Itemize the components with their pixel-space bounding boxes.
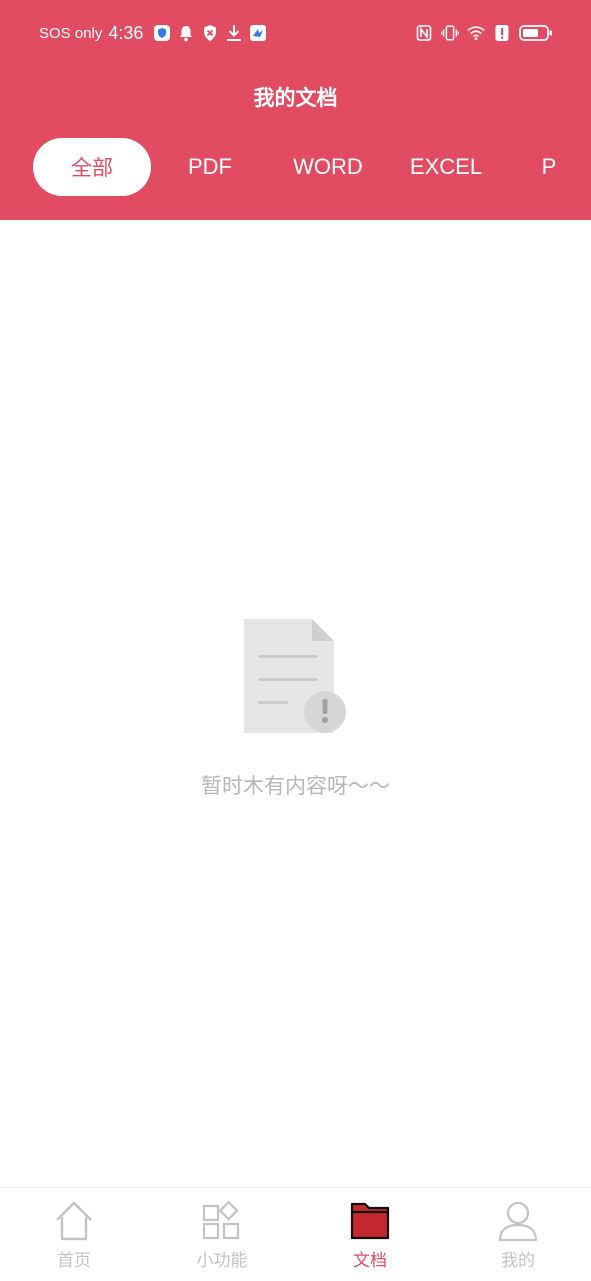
nav-tools-label: 小功能 <box>196 1251 248 1271</box>
nav-profile[interactable]: 我的 <box>444 1188 591 1281</box>
nav-profile-label: 我的 <box>501 1251 535 1271</box>
tab-excel[interactable]: EXCEL <box>387 138 505 196</box>
download-icon <box>225 24 243 42</box>
tab-all[interactable]: 全部 <box>33 138 151 196</box>
tab-word[interactable]: WORD <box>269 138 387 196</box>
alert-icon <box>493 24 511 42</box>
battery-icon <box>519 24 553 42</box>
shield-x-icon <box>201 24 219 42</box>
shield-app-icon <box>153 24 171 42</box>
nav-documents-label: 文档 <box>353 1251 387 1271</box>
apps-icon <box>202 1200 242 1242</box>
status-left: SOS only 4:36 <box>39 20 267 46</box>
tab-pdf[interactable]: PDF <box>151 138 269 196</box>
clock: 4:36 <box>108 22 144 43</box>
nav-home-label: 首页 <box>57 1251 91 1271</box>
tab-ppt[interactable]: P <box>490 138 591 196</box>
nav-home[interactable]: 首页 <box>0 1188 148 1281</box>
nfc-icon <box>415 24 433 42</box>
page-title: 我的文档 <box>253 86 338 110</box>
wifi-icon <box>467 24 485 42</box>
nav-tools[interactable]: 小功能 <box>148 1188 296 1281</box>
bird-app-icon <box>249 24 267 42</box>
status-right <box>415 20 553 46</box>
empty-message: 暂时木有内容呀～～ <box>201 774 390 798</box>
folder-icon <box>350 1200 390 1242</box>
bottom-nav: 首页 小功能 文档 我的 <box>0 1187 591 1281</box>
document-warning-icon <box>240 615 350 740</box>
home-icon <box>54 1200 94 1242</box>
vibrate-icon <box>441 24 459 42</box>
bell-icon <box>177 24 195 42</box>
nav-documents[interactable]: 文档 <box>296 1188 444 1281</box>
user-icon <box>498 1200 538 1242</box>
carrier-text: SOS only <box>39 24 103 42</box>
status-bar: SOS only 4:36 <box>0 0 591 66</box>
header: SOS only 4:36 我的文档 全部 PDF WORD EXCEL P <box>0 0 591 220</box>
category-tabs: 全部 PDF WORD EXCEL P <box>0 138 591 196</box>
